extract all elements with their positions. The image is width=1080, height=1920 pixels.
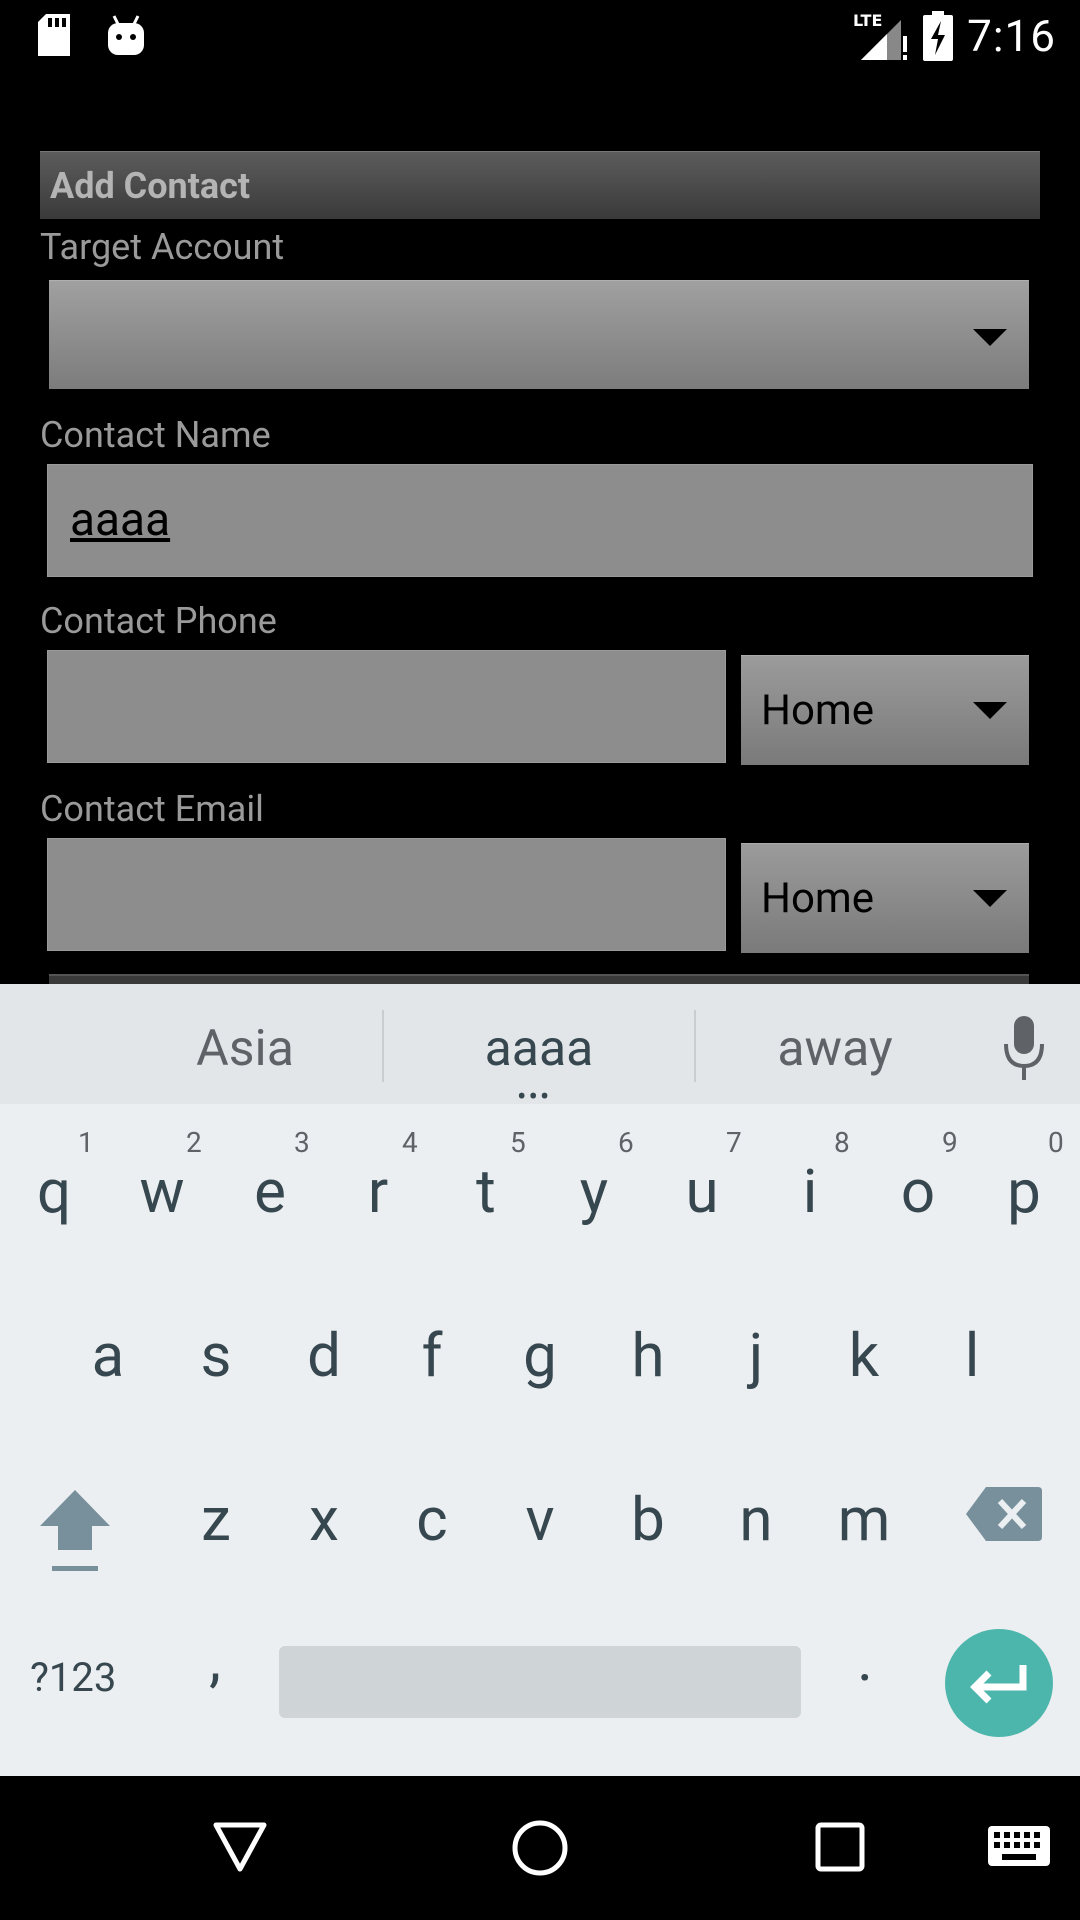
contact-name-label: Contact Name xyxy=(40,414,271,456)
key-b[interactable]: b xyxy=(598,1484,698,1555)
key-n[interactable]: n xyxy=(706,1484,806,1555)
dropdown-arrow-icon xyxy=(973,329,1007,346)
key-w[interactable]: w xyxy=(112,1156,212,1227)
key-o[interactable]: o xyxy=(868,1156,968,1227)
space-key[interactable] xyxy=(279,1646,801,1718)
suggestion-divider xyxy=(694,1010,696,1082)
key-hint: 3 xyxy=(294,1126,310,1159)
dropdown-arrow-icon xyxy=(973,702,1007,719)
phone-type-value: Home xyxy=(761,686,875,735)
target-account-label: Target Account xyxy=(40,226,285,268)
battery-charging-icon xyxy=(923,11,954,61)
key-hint: 2 xyxy=(186,1126,202,1159)
key-g[interactable]: g xyxy=(490,1320,590,1391)
backspace-icon[interactable] xyxy=(966,1487,1042,1541)
microphone-icon[interactable] xyxy=(1000,1016,1048,1082)
recents-icon[interactable] xyxy=(815,1822,865,1872)
sd-card-icon xyxy=(38,14,70,56)
suggestion-strip: Asia aaaa ••• away xyxy=(0,984,1080,1113)
key-hint: 8 xyxy=(834,1126,850,1159)
key-hint: 9 xyxy=(942,1126,958,1159)
suggestion-divider xyxy=(382,1010,384,1082)
shift-icon[interactable] xyxy=(38,1486,112,1572)
soft-keyboard: Asia aaaa ••• away ?123 , . q1w2e3r4t5y6… xyxy=(0,984,1080,1776)
key-c[interactable]: c xyxy=(382,1484,482,1555)
contact-phone-label: Contact Phone xyxy=(40,600,277,642)
suggestion-right[interactable]: away xyxy=(705,1020,965,1078)
add-contact-form: Add Contact Target Account Contact Name … xyxy=(0,72,1080,984)
key-t[interactable]: t xyxy=(436,1156,536,1227)
key-z[interactable]: z xyxy=(166,1484,266,1555)
contact-name-value: aaaa xyxy=(70,493,171,547)
contact-phone-input[interactable] xyxy=(47,650,726,763)
key-q[interactable]: q xyxy=(4,1156,104,1227)
key-k[interactable]: k xyxy=(814,1320,914,1391)
status-right-group: LTE 7:16 xyxy=(853,6,1056,66)
symbols-key[interactable]: ?123 xyxy=(30,1654,116,1701)
key-p[interactable]: p xyxy=(974,1156,1074,1227)
email-type-spinner[interactable]: Home xyxy=(741,843,1029,953)
email-type-value: Home xyxy=(761,874,875,923)
lte-signal-icon: LTE xyxy=(853,11,908,60)
enter-arrow-icon xyxy=(970,1665,1027,1704)
period-key[interactable]: . xyxy=(815,1624,915,1695)
status-bar: LTE 7:16 xyxy=(0,0,1080,72)
keyboard-switch-icon[interactable] xyxy=(988,1826,1050,1868)
key-j[interactable]: j xyxy=(706,1320,806,1391)
contact-name-input[interactable]: aaaa xyxy=(47,464,1033,577)
key-e[interactable]: e xyxy=(220,1156,320,1227)
key-l[interactable]: l xyxy=(922,1320,1022,1391)
key-hint: 4 xyxy=(402,1126,418,1159)
suggestion-center[interactable]: aaaa xyxy=(409,1020,669,1078)
home-icon[interactable] xyxy=(512,1820,568,1876)
key-hint: 5 xyxy=(510,1126,526,1159)
key-f[interactable]: f xyxy=(382,1320,482,1391)
key-r[interactable]: r xyxy=(328,1156,428,1227)
more-suggestions-dots: ••• xyxy=(517,1080,552,1113)
back-icon[interactable] xyxy=(212,1821,268,1873)
contact-email-input[interactable] xyxy=(47,838,726,951)
dialog-title: Add Contact xyxy=(40,151,1040,219)
key-hint: 7 xyxy=(726,1126,742,1159)
key-d[interactable]: d xyxy=(274,1320,374,1391)
target-account-spinner[interactable] xyxy=(49,280,1029,389)
key-s[interactable]: s xyxy=(166,1320,266,1391)
key-hint: 6 xyxy=(618,1126,634,1159)
key-x[interactable]: x xyxy=(274,1484,374,1555)
status-time: 7:16 xyxy=(967,10,1056,62)
dropdown-arrow-icon xyxy=(973,890,1007,907)
svg-text:LTE: LTE xyxy=(853,11,882,30)
next-field-partial xyxy=(49,974,1029,984)
key-hint: 1 xyxy=(78,1126,94,1159)
key-h[interactable]: h xyxy=(598,1320,698,1391)
phone-type-spinner[interactable]: Home xyxy=(741,655,1029,765)
key-hint: 0 xyxy=(1048,1126,1064,1159)
key-v[interactable]: v xyxy=(490,1484,590,1555)
key-i[interactable]: i xyxy=(760,1156,860,1227)
suggestion-left[interactable]: Asia xyxy=(115,1020,375,1078)
key-m[interactable]: m xyxy=(814,1484,914,1555)
contact-email-label: Contact Email xyxy=(40,788,264,830)
android-debug-icon xyxy=(108,15,144,55)
navigation-bar xyxy=(0,1776,1080,1920)
enter-key[interactable] xyxy=(945,1629,1053,1737)
key-y[interactable]: y xyxy=(544,1156,644,1227)
key-a[interactable]: a xyxy=(58,1320,158,1391)
comma-key[interactable]: , xyxy=(165,1624,265,1695)
key-u[interactable]: u xyxy=(652,1156,752,1227)
